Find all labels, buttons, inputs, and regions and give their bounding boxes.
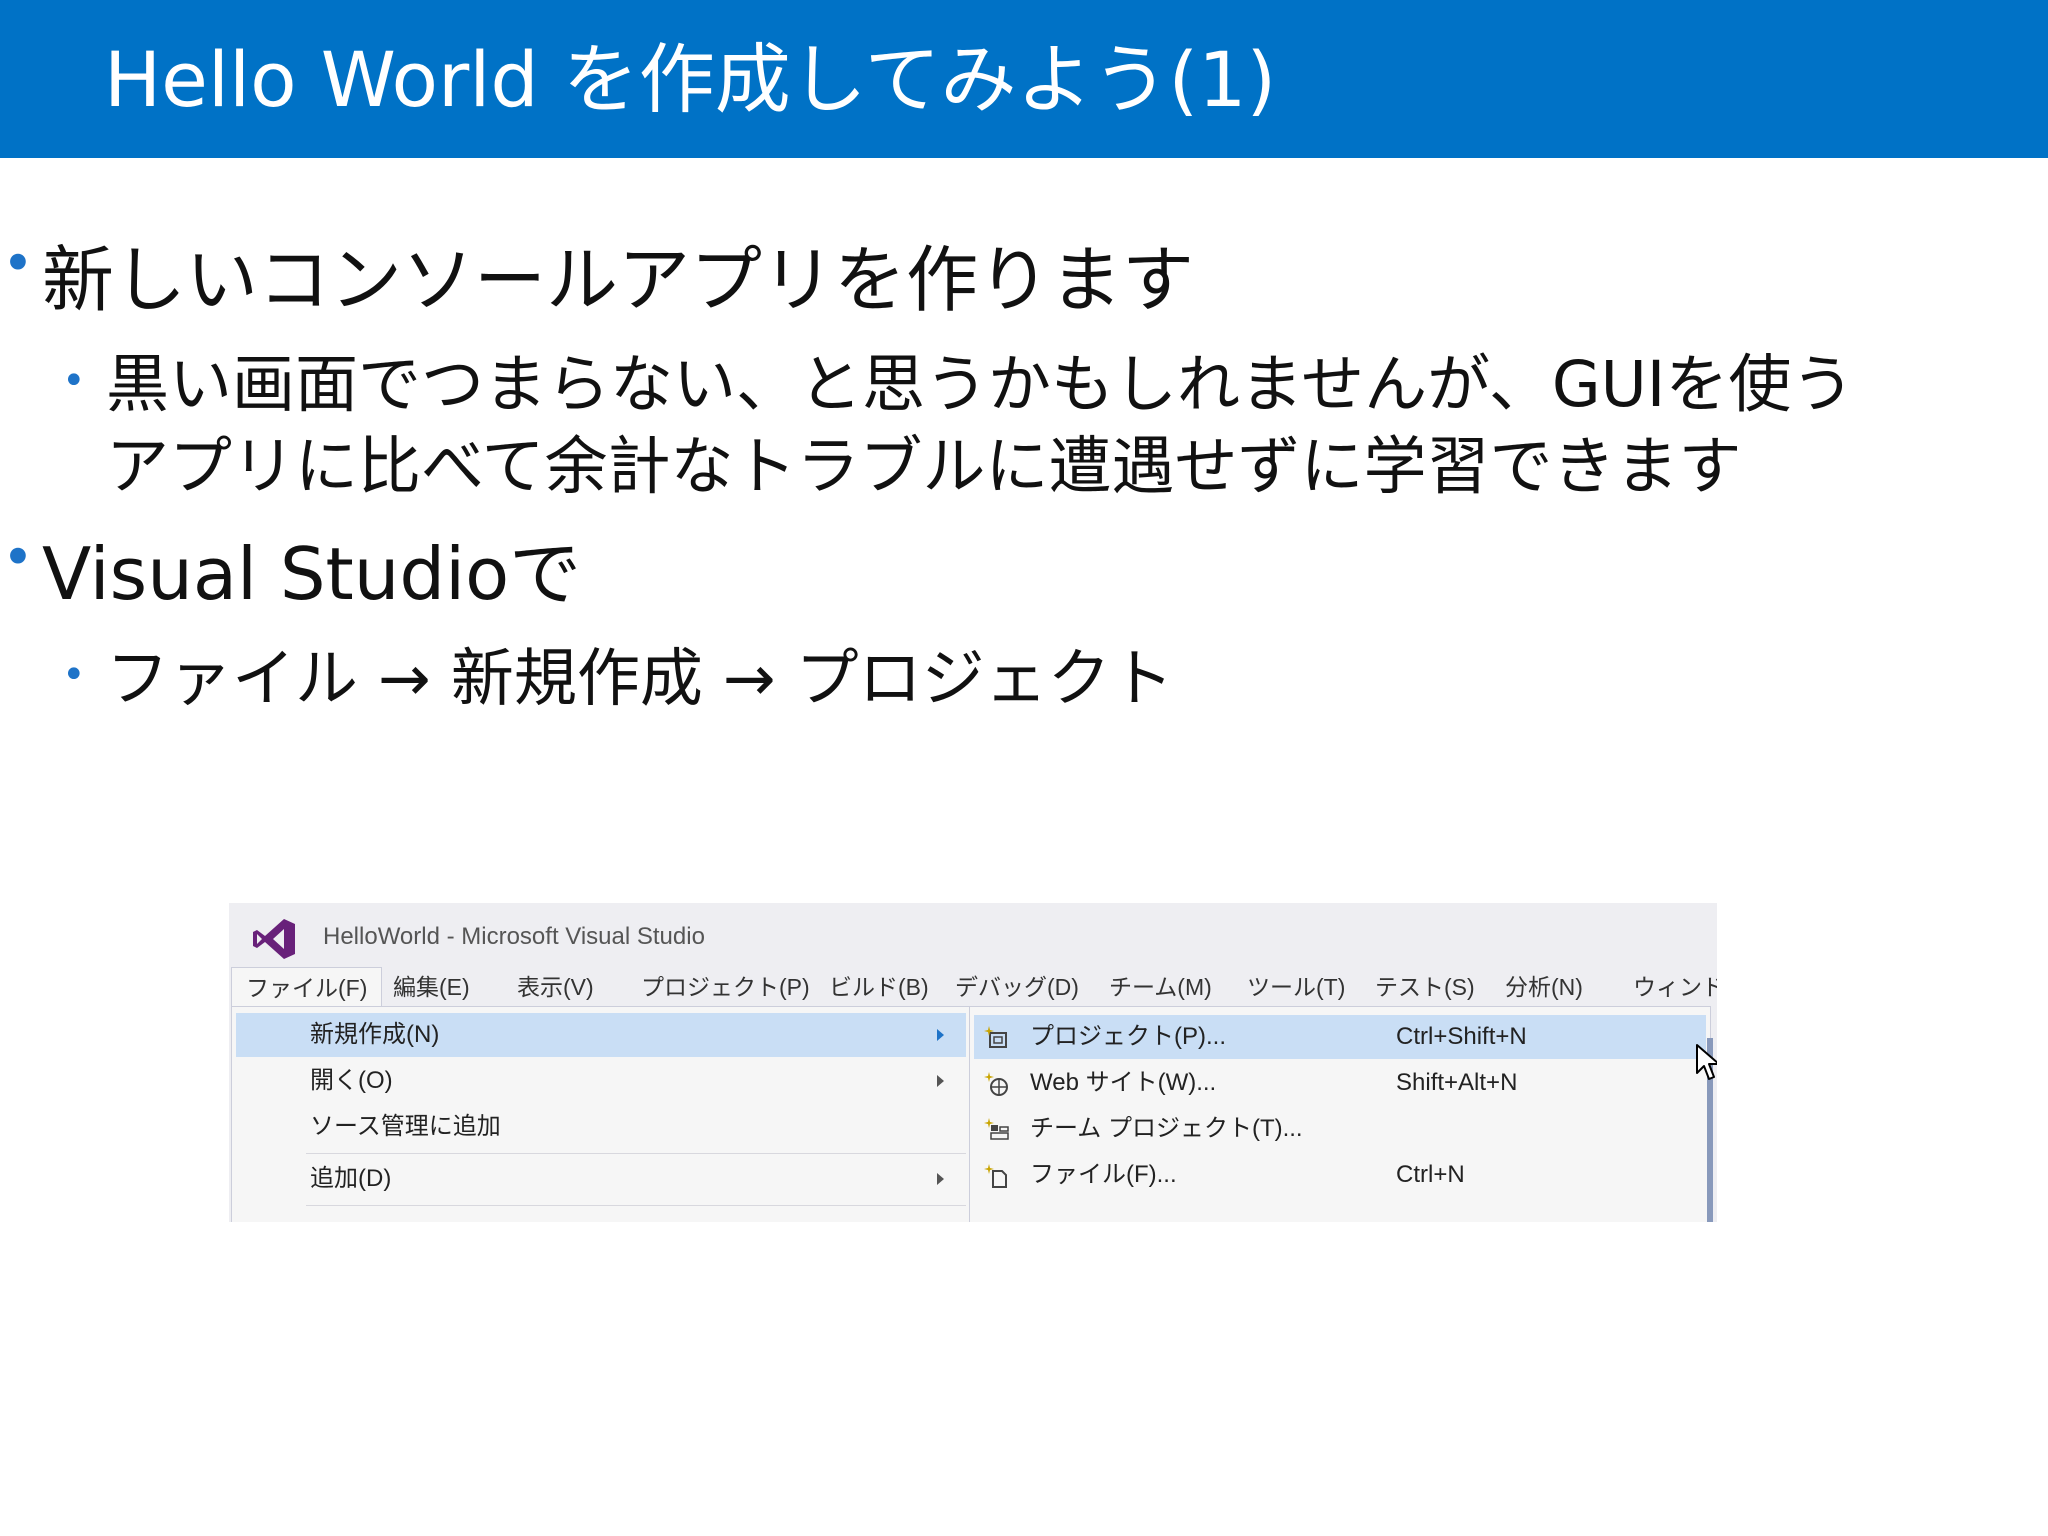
bullet-level2-menu-path: • ファイル → 新規作成 → プロジェクト bbox=[62, 638, 1174, 720]
bullet-dot: • bbox=[62, 358, 86, 404]
shortcut-text: Shift+Alt+N bbox=[1396, 1069, 1518, 1096]
bullet-text: ファイル → 新規作成 → プロジェクト bbox=[106, 642, 1174, 715]
new-project-icon bbox=[984, 1026, 1007, 1048]
bullet-text-line2: アプリに比べて余計なトラブルに遭遇せずに学習できます bbox=[106, 430, 1742, 503]
shortcut-text: Ctrl+Shift+N bbox=[1396, 1023, 1527, 1050]
bullet-text: Visual Studioで bbox=[42, 532, 582, 616]
submenu-item-website[interactable]: Web サイト(W)... Shift+Alt+N bbox=[974, 1061, 1706, 1105]
team-project-icon bbox=[984, 1118, 1009, 1140]
menu-separator bbox=[306, 1205, 966, 1206]
menu-tools[interactable]: ツール(T) bbox=[1247, 967, 1345, 1007]
bullet-level1-visual-studio: • Visual Studioで bbox=[2, 526, 582, 622]
menu-view[interactable]: 表示(V) bbox=[517, 967, 594, 1007]
menu-item-label: 開く(O) bbox=[310, 1067, 393, 1094]
submenu-item-file[interactable]: ファイル(F)... Ctrl+N bbox=[974, 1153, 1706, 1197]
submenu-item-label: ファイル(F)... bbox=[1030, 1161, 1177, 1188]
menu-analyze[interactable]: 分析(N) bbox=[1505, 967, 1583, 1007]
menu-separator bbox=[306, 1153, 966, 1154]
submenu-arrow-icon bbox=[937, 1075, 944, 1087]
menubar: ファイル(F) 編集(E) 表示(V) プロジェクト(P) ビルド(B) デバッ… bbox=[229, 967, 1717, 1009]
menu-team[interactable]: チーム(M) bbox=[1109, 967, 1212, 1007]
submenu-arrow-icon bbox=[937, 1029, 944, 1041]
bullet-level1-console-app: • 新しいコンソールアプリを作ります bbox=[2, 232, 1195, 328]
submenu-item-team-project[interactable]: チーム プロジェクト(T)... bbox=[974, 1107, 1706, 1151]
slide-title-bar: Hello World を作成してみよう(1) bbox=[0, 0, 2048, 158]
bullet-text-line1: 黒い画面でつまらない、と思うかもしれませんが、GUIを使う bbox=[106, 348, 1855, 421]
submenu-item-label: チーム プロジェクト(T)... bbox=[1030, 1115, 1303, 1142]
menu-test[interactable]: テスト(S) bbox=[1375, 967, 1475, 1007]
menu-build[interactable]: ビルド(B) bbox=[829, 967, 929, 1007]
bullet-level2-note: • 黒い画面でつまらない、と思うかもしれませんが、GUIを使う アプリに比べて余… bbox=[62, 344, 1855, 508]
new-file-icon bbox=[984, 1164, 1007, 1188]
bullet-text: 新しいコンソールアプリを作ります bbox=[42, 238, 1195, 322]
shortcut-text: Ctrl+N bbox=[1396, 1161, 1465, 1188]
new-website-icon bbox=[984, 1072, 1008, 1096]
window-title: HelloWorld - Microsoft Visual Studio bbox=[323, 923, 705, 950]
mouse-cursor-icon bbox=[1696, 1044, 1717, 1080]
menu-item-add[interactable]: 追加(D) bbox=[236, 1157, 966, 1201]
menu-item-label: 追加(D) bbox=[310, 1165, 392, 1192]
bullet-dot: • bbox=[2, 526, 34, 589]
slide-title: Hello World を作成してみよう(1) bbox=[104, 35, 1277, 124]
menu-project[interactable]: プロジェクト(P) bbox=[641, 967, 810, 1007]
menu-item-add-to-source-control[interactable]: ソース管理に追加 bbox=[236, 1105, 966, 1149]
visual-studio-screenshot: HelloWorld - Microsoft Visual Studio ファイ… bbox=[229, 903, 1717, 1222]
bullet-dot: • bbox=[62, 652, 86, 698]
submenu-item-label: プロジェクト(P)... bbox=[1030, 1023, 1226, 1050]
bullet-dot: • bbox=[2, 232, 34, 295]
submenu-arrow-icon bbox=[937, 1173, 944, 1185]
new-submenu: プロジェクト(P)... Ctrl+Shift+N Web サイト(W)... … bbox=[969, 1006, 1711, 1222]
visual-studio-logo-icon bbox=[253, 919, 295, 959]
menu-debug[interactable]: デバッグ(D) bbox=[955, 967, 1079, 1007]
file-menu-dropdown: 新規作成(N) 開く(O) ソース管理に追加 追加(D) bbox=[231, 1006, 971, 1222]
menu-edit[interactable]: 編集(E) bbox=[393, 967, 470, 1007]
menu-file[interactable]: ファイル(F) bbox=[231, 967, 383, 1008]
submenu-item-label: Web サイト(W)... bbox=[1030, 1069, 1217, 1096]
menu-item-open[interactable]: 開く(O) bbox=[236, 1059, 966, 1103]
menu-window[interactable]: ウィンドウ bbox=[1633, 967, 1717, 1007]
menu-item-label: 新規作成(N) bbox=[310, 1021, 440, 1048]
menu-item-label: ソース管理に追加 bbox=[310, 1113, 501, 1140]
menu-item-new[interactable]: 新規作成(N) bbox=[236, 1013, 966, 1057]
submenu-item-project[interactable]: プロジェクト(P)... Ctrl+Shift+N bbox=[974, 1015, 1706, 1059]
